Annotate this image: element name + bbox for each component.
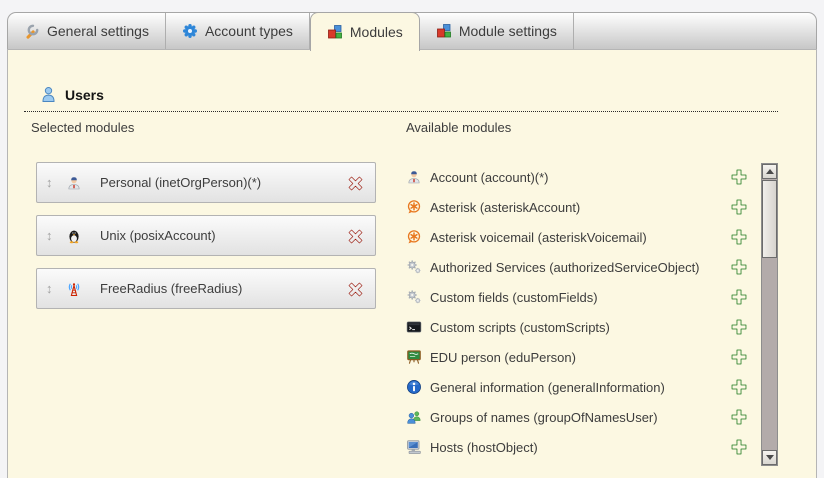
plus-icon xyxy=(730,318,748,336)
tab-modules[interactable]: Modules xyxy=(310,12,420,51)
tab-general-settings[interactable]: General settings xyxy=(8,13,166,49)
available-module-label: Authorized Services (authorizedServiceOb… xyxy=(430,260,700,275)
delete-x-icon xyxy=(345,173,366,194)
arrow-down-icon xyxy=(766,455,774,460)
plus-icon xyxy=(730,348,748,366)
tab-label: Module settings xyxy=(459,23,557,39)
antenna-icon xyxy=(66,281,82,297)
add-module-button[interactable] xyxy=(730,438,748,456)
user-blue-icon xyxy=(40,86,57,103)
plus-icon xyxy=(730,198,748,216)
add-module-button[interactable] xyxy=(730,228,748,246)
available-module-label: Hosts (hostObject) xyxy=(430,440,538,455)
available-module-row: Groups of names (groupOfNamesUser) xyxy=(406,402,748,432)
modules-tab-panel: Users Selected modules Available modules… xyxy=(7,49,817,478)
wrench-icon xyxy=(24,23,40,39)
plus-icon xyxy=(730,288,748,306)
add-module-button[interactable] xyxy=(730,318,748,336)
selected-module-row[interactable]: ↕ Unix (posixAccount) xyxy=(36,215,376,256)
add-module-button[interactable] xyxy=(730,408,748,426)
tab-bar: General settings Account types Modules M… xyxy=(7,12,817,49)
drag-handle-icon[interactable]: ↕ xyxy=(46,228,59,243)
remove-module-button[interactable] xyxy=(345,279,366,300)
available-module-row: Hosts (hostObject) xyxy=(406,432,748,462)
drag-handle-icon[interactable]: ↕ xyxy=(46,175,59,190)
add-module-button[interactable] xyxy=(730,258,748,276)
plus-icon xyxy=(730,378,748,396)
remove-module-button[interactable] xyxy=(345,173,366,194)
plus-icon xyxy=(730,168,748,186)
available-module-label: Account (account)(*) xyxy=(430,170,549,185)
users-section-title: Users xyxy=(65,87,104,103)
plus-icon xyxy=(730,228,748,246)
selected-modules-heading: Selected modules xyxy=(31,120,134,135)
available-module-row: Asterisk voicemail (asteriskVoicemail) xyxy=(406,222,748,252)
add-module-button[interactable] xyxy=(730,378,748,396)
person-icon xyxy=(66,175,82,191)
available-module-row: General information (generalInformation) xyxy=(406,372,748,402)
group-icon xyxy=(406,409,422,425)
modules-icon xyxy=(327,24,343,40)
asterisk-icon xyxy=(406,229,422,245)
modules-icon xyxy=(436,23,452,39)
available-modules-heading: Available modules xyxy=(406,120,511,135)
add-module-button[interactable] xyxy=(730,348,748,366)
remove-module-button[interactable] xyxy=(345,226,366,247)
drag-handle-icon[interactable]: ↕ xyxy=(46,281,59,296)
add-module-button[interactable] xyxy=(730,168,748,186)
selected-module-row[interactable]: ↕ Personal (inetOrgPerson)(*) xyxy=(36,162,376,203)
tab-module-settings[interactable]: Module settings xyxy=(420,13,574,49)
tab-label: Account types xyxy=(205,23,293,39)
plus-icon xyxy=(730,408,748,426)
available-module-label: Custom scripts (customScripts) xyxy=(430,320,610,335)
available-module-label: Custom fields (customFields) xyxy=(430,290,598,305)
scroll-down-button[interactable] xyxy=(762,450,777,465)
available-module-row: Asterisk (asteriskAccount) xyxy=(406,192,748,222)
available-module-label: Groups of names (groupOfNamesUser) xyxy=(430,410,658,425)
selected-module-label: Personal (inetOrgPerson)(*) xyxy=(100,175,261,190)
gear-icon xyxy=(182,23,198,39)
available-module-row: Custom fields (customFields) xyxy=(406,282,748,312)
delete-x-icon xyxy=(345,279,366,300)
person-icon xyxy=(406,169,422,185)
gears-icon xyxy=(406,259,422,275)
scrollbar-thumb[interactable] xyxy=(762,180,777,258)
available-module-label: Asterisk voicemail (asteriskVoicemail) xyxy=(430,230,647,245)
chalkboard-icon xyxy=(406,349,422,365)
available-module-label: Asterisk (asteriskAccount) xyxy=(430,200,580,215)
available-module-label: General information (generalInformation) xyxy=(430,380,665,395)
users-section-header: Users xyxy=(24,86,778,112)
tab-account-types[interactable]: Account types xyxy=(166,13,310,49)
tab-label: Modules xyxy=(350,24,403,40)
available-modules-list: Account (account)(*) Asterisk (asteriskA… xyxy=(406,162,748,462)
info-icon xyxy=(406,379,422,395)
terminal-icon xyxy=(406,319,422,335)
selected-module-row[interactable]: ↕ FreeRadius (freeRadius) xyxy=(36,268,376,309)
add-module-button[interactable] xyxy=(730,288,748,306)
delete-x-icon xyxy=(345,226,366,247)
selected-modules-list: ↕ Personal (inetOrgPerson)(*) ↕ Unix (po… xyxy=(36,162,376,321)
available-modules-scrollbar[interactable] xyxy=(761,163,778,466)
available-module-row: Account (account)(*) xyxy=(406,162,748,192)
asterisk-icon xyxy=(406,199,422,215)
plus-icon xyxy=(730,438,748,456)
scroll-up-button[interactable] xyxy=(762,164,777,179)
arrow-up-icon xyxy=(766,169,774,174)
selected-module-label: Unix (posixAccount) xyxy=(100,228,216,243)
host-icon xyxy=(406,439,422,455)
available-module-row: Authorized Services (authorizedServiceOb… xyxy=(406,252,748,282)
available-module-label: EDU person (eduPerson) xyxy=(430,350,576,365)
available-module-row: EDU person (eduPerson) xyxy=(406,342,748,372)
available-module-row: Custom scripts (customScripts) xyxy=(406,312,748,342)
add-module-button[interactable] xyxy=(730,198,748,216)
tux-icon xyxy=(66,228,82,244)
gears-icon xyxy=(406,289,422,305)
tab-label: General settings xyxy=(47,23,149,39)
plus-icon xyxy=(730,258,748,276)
selected-module-label: FreeRadius (freeRadius) xyxy=(100,281,242,296)
